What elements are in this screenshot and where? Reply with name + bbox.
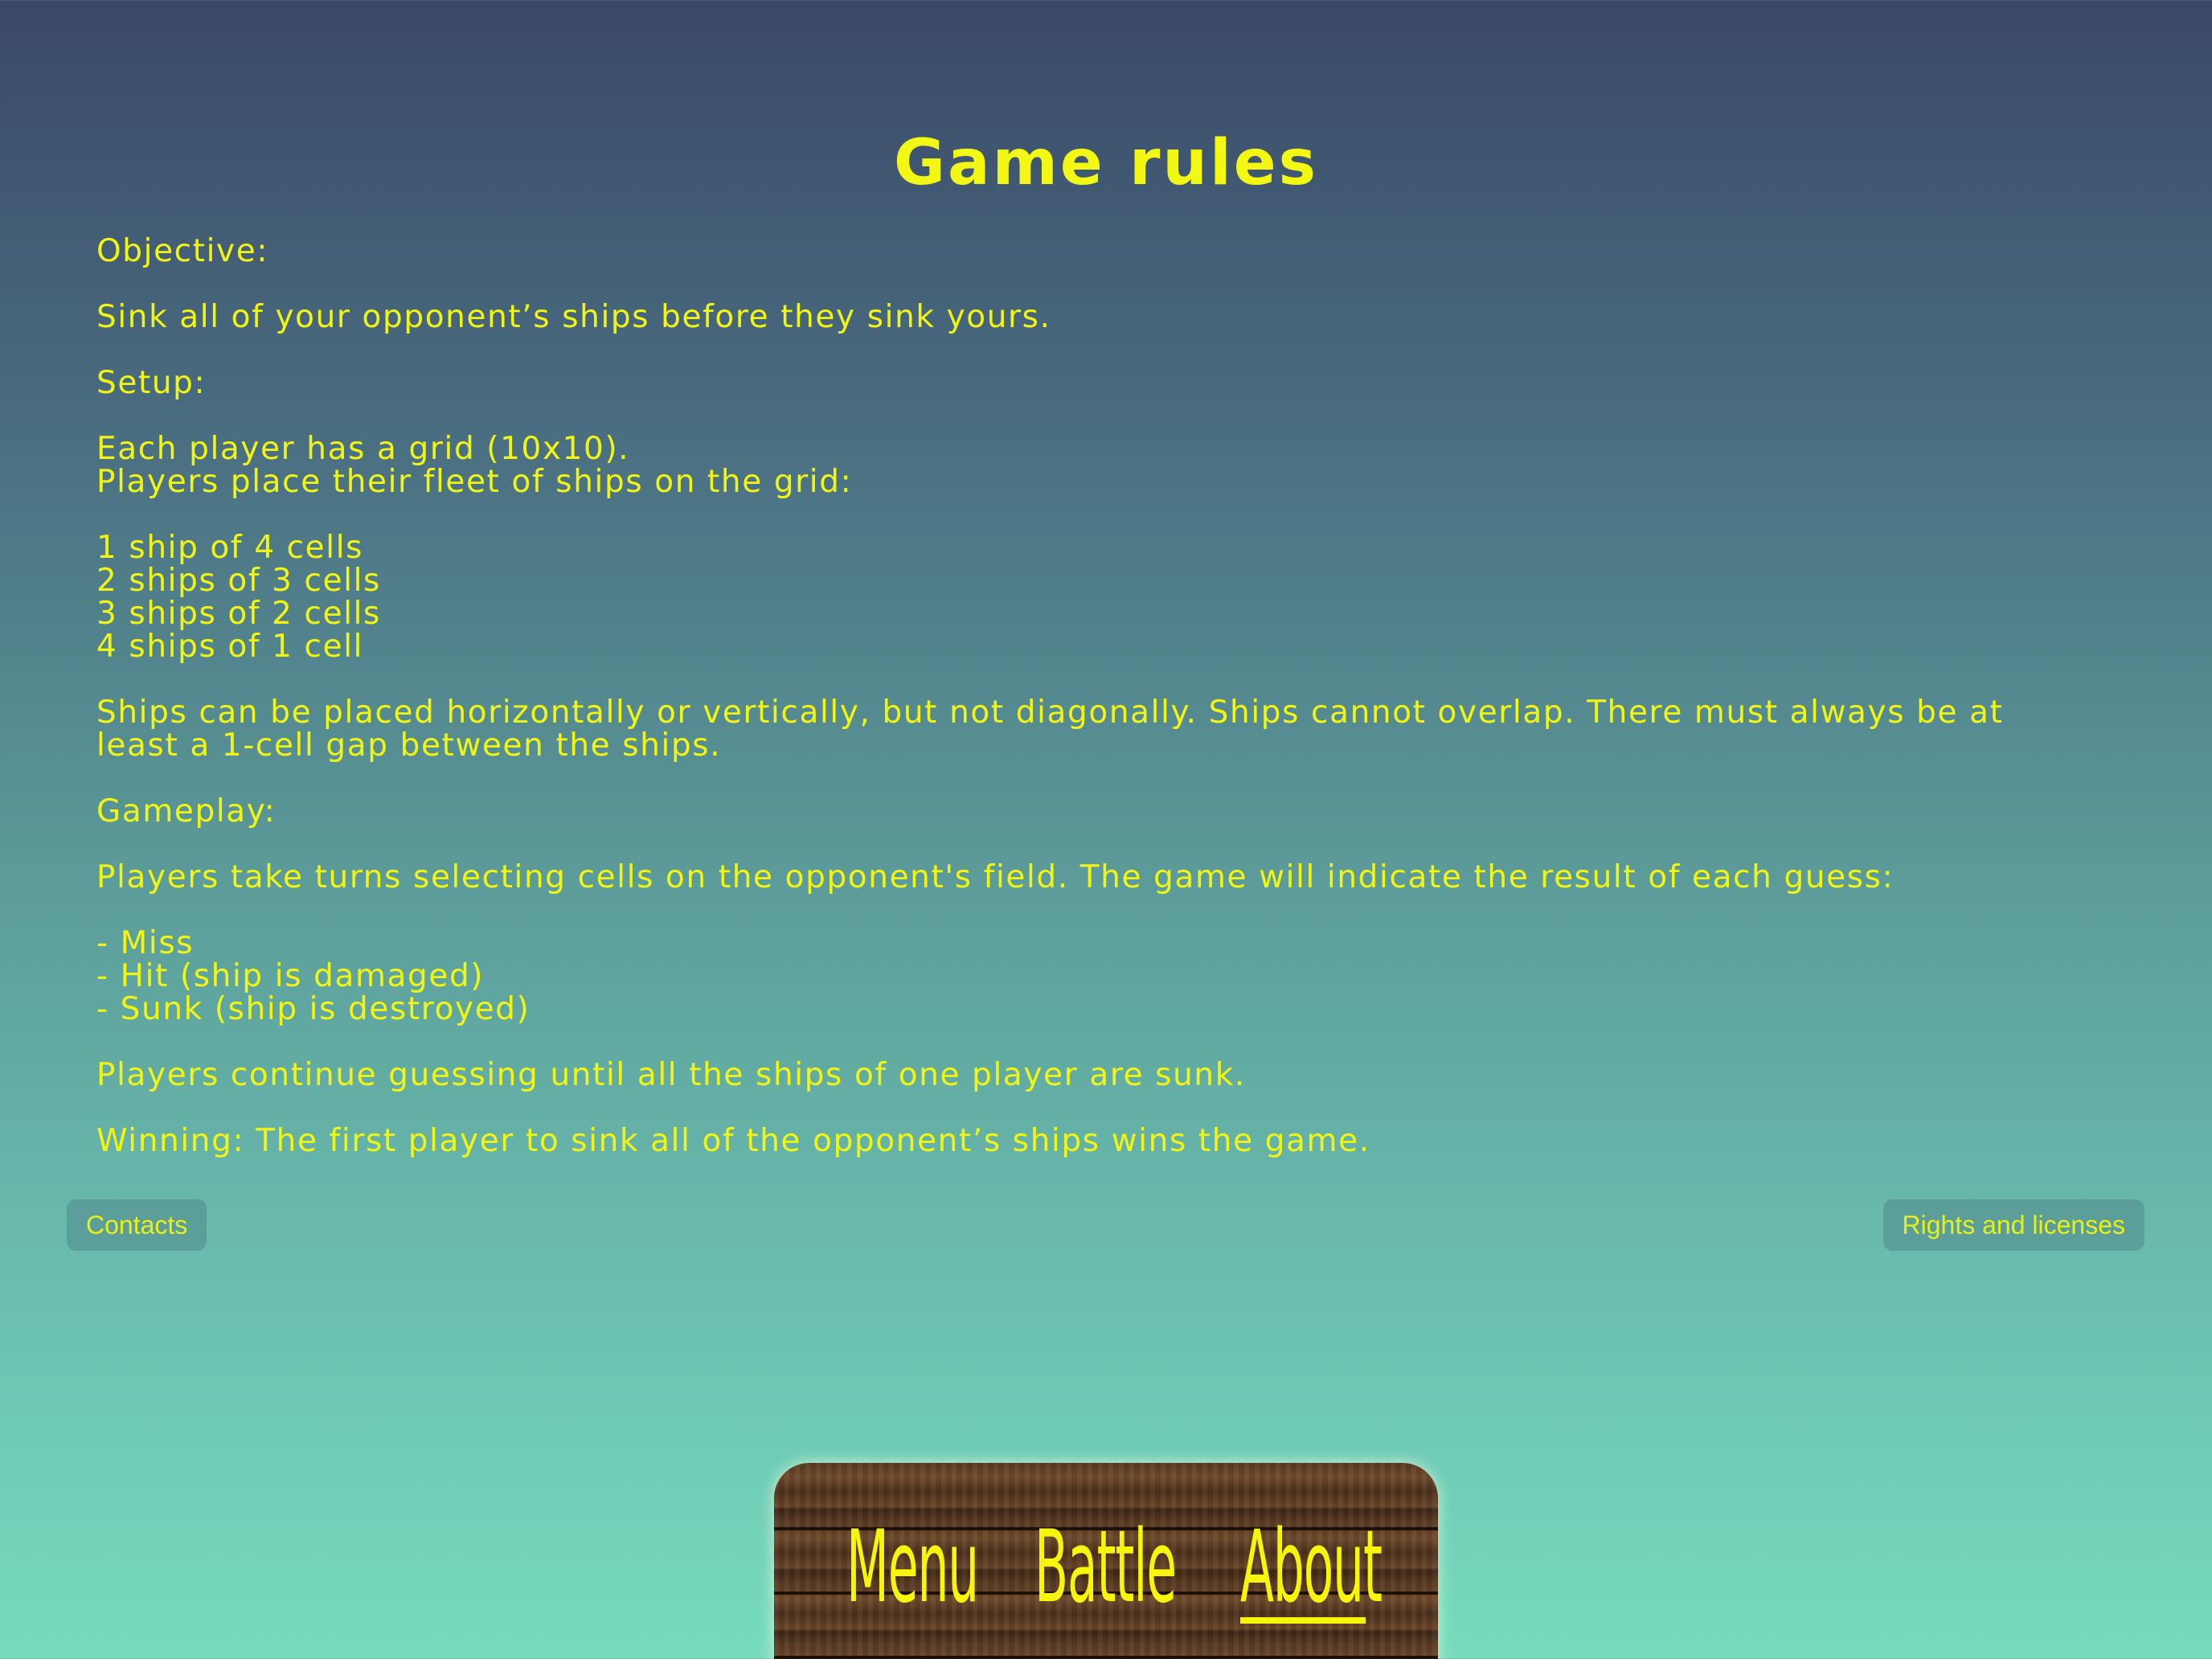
selected-tab-indicator [1240, 1617, 1366, 1624]
gameplay-text: Players take turns selecting cells on th… [96, 859, 1895, 895]
setup-text: Each player has a grid (10x10). Players … [96, 432, 2122, 498]
fleet-item: 4 ships of 1 cell [96, 629, 364, 665]
result-list: - Miss - Hit (ship is damaged) - Sunk (s… [96, 927, 2122, 1026]
result-item: - Miss [96, 925, 195, 961]
setup-heading: Setup: [96, 365, 207, 401]
placement-text: Ships can be placed horizontally or vert… [96, 696, 2122, 762]
result-item: - Sunk (ship is destroyed) [96, 991, 530, 1027]
fleet-item: 1 ship of 4 cells [96, 530, 364, 566]
objective-text: Sink all of your opponent’s ships before… [96, 299, 1051, 335]
tab-menu[interactable]: Menu [846, 1511, 979, 1624]
tab-about[interactable]: About [1240, 1511, 1382, 1624]
continue-text: Players continue guessing until all the … [96, 1057, 1246, 1093]
tab-bar: Menu Battle About [774, 1463, 1438, 1659]
contacts-button[interactable]: Contacts [67, 1199, 207, 1251]
fleet-item: 3 ships of 2 cells [96, 596, 381, 632]
page-title: Game rules [893, 127, 1319, 199]
fleet-item: 2 ships of 3 cells [96, 563, 381, 599]
tab-battle[interactable]: Battle [1034, 1511, 1177, 1624]
result-item: - Hit (ship is damaged) [96, 958, 485, 994]
setup-line: Players place their fleet of ships on th… [96, 464, 853, 500]
rights-and-licenses-button[interactable]: Rights and licenses [1882, 1199, 2144, 1251]
placement-line: least a 1-cell gap between the ships. [96, 727, 722, 764]
rules-text: Objective: Sink all of your opponent’s s… [96, 235, 2122, 1190]
gameplay-heading: Gameplay: [96, 793, 276, 830]
objective-heading: Objective: [96, 233, 269, 269]
placement-line: Ships can be placed horizontally or vert… [96, 694, 2004, 731]
fleet-list: 1 ship of 4 cells 2 ships of 3 cells 3 s… [96, 531, 2122, 663]
winning-text: Winning: The first player to sink all of… [96, 1123, 1370, 1159]
setup-line: Each player has a grid (10x10). [96, 431, 630, 467]
